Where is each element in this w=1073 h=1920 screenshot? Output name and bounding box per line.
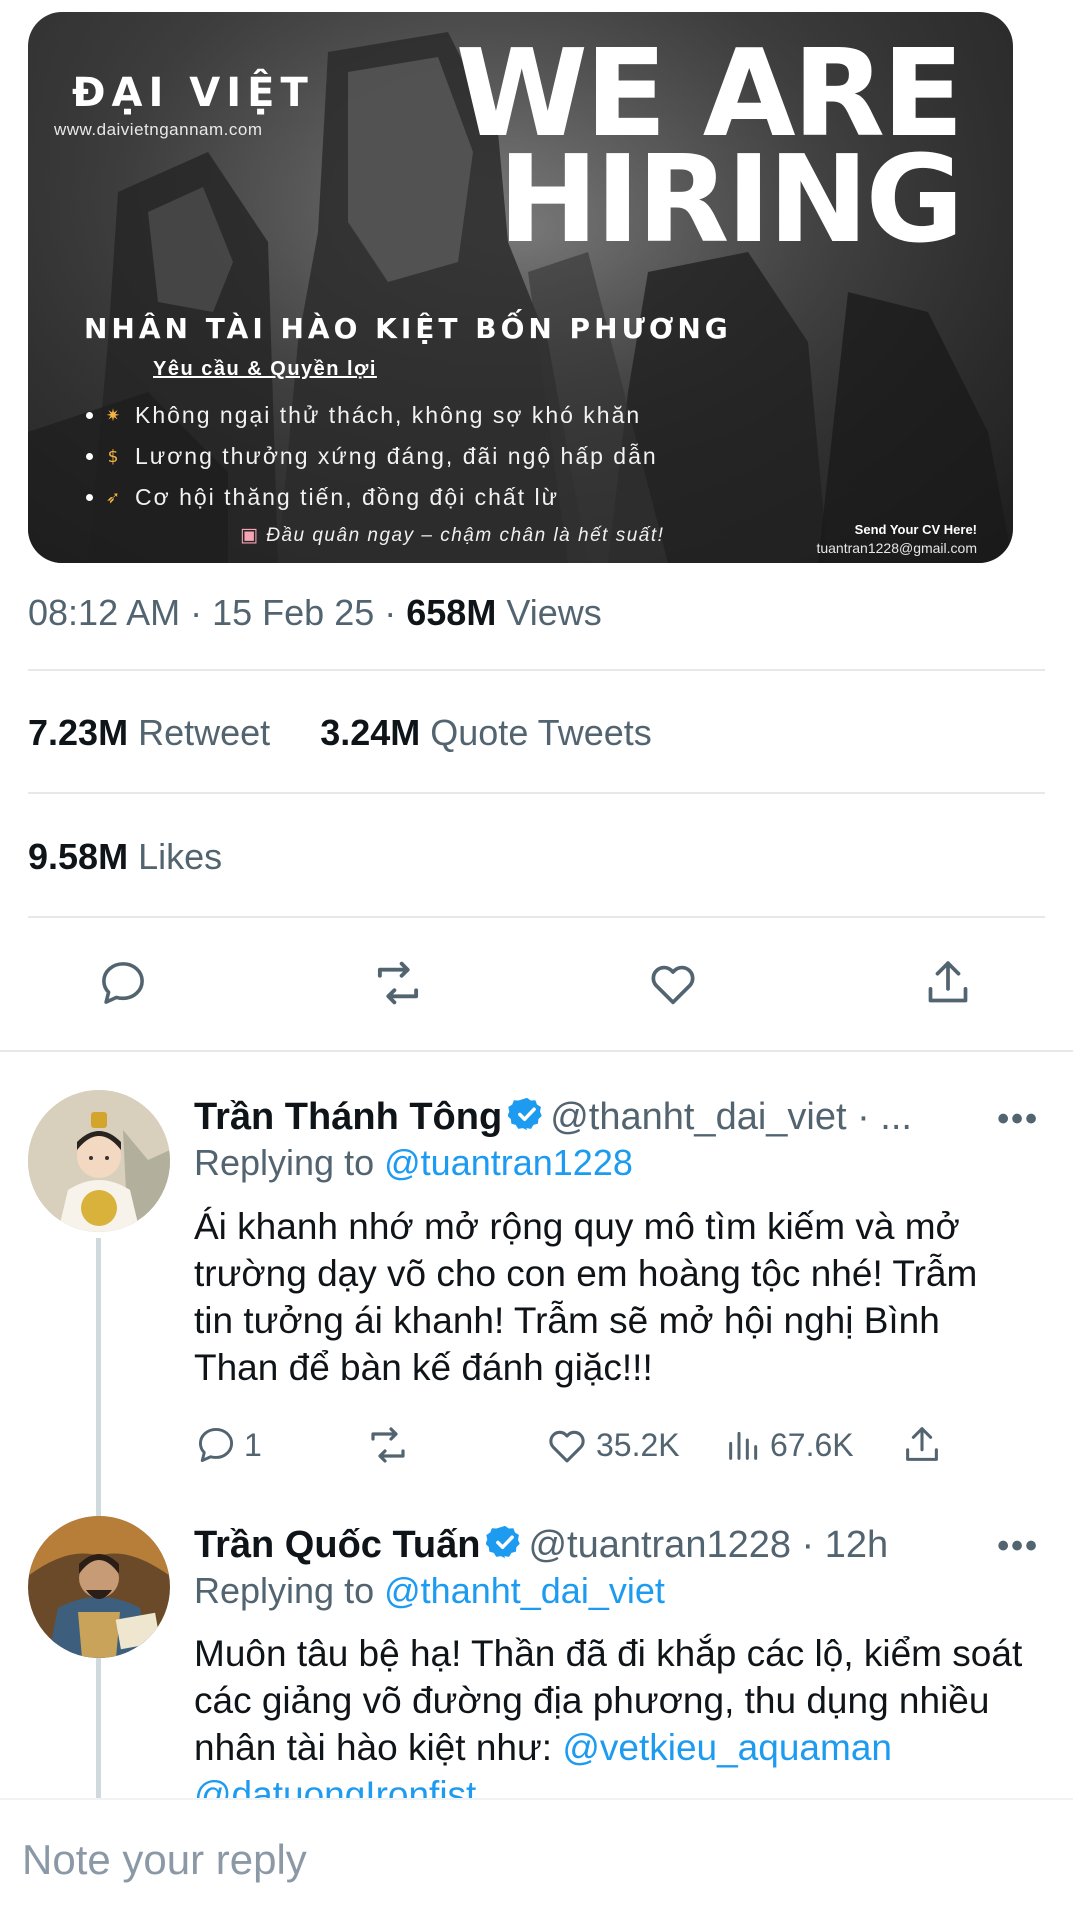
emperor-avatar-illustration [28,1090,170,1232]
like-button[interactable] [640,950,706,1016]
share-button[interactable] [899,1420,945,1470]
bullet-dot [86,453,93,460]
author-name[interactable]: Trần Quốc Tuấn [194,1524,480,1566]
slogan: NHÂN TÀI HÀO KIỆT BỐN PHƯƠNG [84,312,732,345]
view-count: 67.6K [770,1426,854,1463]
avatar[interactable] [28,1516,170,1658]
bullet-dot [86,494,93,501]
money-bag-icon: $ [107,446,121,467]
reply-text: Ái khanh nhớ mở rộng quy mô tìm kiếm và … [194,1206,978,1388]
retweet-button[interactable] [365,950,431,1016]
likes-label: Likes [138,836,223,877]
retweet-icon [371,1427,405,1463]
requirements-list: ✷ Không ngại thử thách, không sợ khó khă… [86,395,658,518]
retweet-icon [377,961,419,1005]
section-divider [0,1050,1073,1052]
divider [28,916,1045,918]
reply-action-bar: 1 35.2K 67.6K [194,1420,1024,1470]
requirement-text: Không ngại thử thách, không sợ khó khăn [135,402,642,428]
retweet-button[interactable] [364,1420,412,1470]
rocket-icon: ➶ [105,487,123,508]
requirement-text: Cơ hội thăng tiến, đồng đội chất lừ [135,484,559,510]
divider [28,669,1045,671]
general-avatar-illustration [28,1516,170,1658]
author-handle[interactable]: @thanht_dai_viet · ... [550,1096,912,1138]
like-count: 35.2K [596,1426,680,1463]
tweet-time: 08:12 AM [28,592,181,633]
retweets-count: 7.23M [28,712,129,753]
more-options-icon[interactable]: ••• [997,1527,1039,1566]
apply-callout: ▣ Đầu quân ngay – chậm chân là hết suất! [240,524,664,547]
replying-label: Replying to [194,1570,375,1611]
tweet-timestamp: 08:12 AM · 15 Feb 25 · 658M Views [28,592,602,633]
list-item: ✷ Không ngại thử thách, không sợ khó khă… [86,395,658,436]
reply-icon [198,1427,234,1463]
share-stats: 7.23M Retweet 3.24M Quote Tweets [28,712,652,754]
views-label: Views [506,592,602,633]
reply-input[interactable] [22,1830,1022,1890]
requirements-title: Yêu cầu & Quyền lợi [153,358,377,380]
reply-header: Trần Thánh Tông @thanht_dai_viet · ... [194,1095,912,1139]
share-button[interactable] [915,950,981,1016]
verified-badge-icon [486,1525,521,1559]
hiring-headline: WE ARE HIRING [456,35,964,270]
mention-link[interactable]: @thanht_dai_viet [384,1570,665,1611]
likes-count: 9.58M [28,836,129,877]
reply-text: Muôn tâu bệ hạ! Thần đã đi khắp các lộ, … [194,1630,1024,1818]
reply-icon [102,962,144,1004]
views-button[interactable]: 67.6K [724,1420,854,1470]
like-icon [549,1430,585,1463]
brand-url: www.daivietngannam.com [54,120,263,139]
headline-line: HIRING [497,131,964,270]
author-handle[interactable]: @tuantran1228 · 12h [528,1524,888,1566]
tweet-image[interactable]: ĐẠI VIỆT www.daivietngannam.com WE ARE H… [28,12,1013,563]
list-item: $ Lương thưởng xứng đáng, đãi ngộ hấp dẫ… [86,436,658,477]
divider [28,792,1045,794]
likes-stat[interactable]: 9.58M Likes [28,836,222,878]
retweets-stat[interactable]: 7.23M Retweet [28,712,270,753]
share-icon [906,1427,938,1461]
list-item: ➶ Cơ hội thăng tiến, đồng đội chất lừ [86,477,658,518]
requirement-text: Lương thưởng xứng đáng, đãi ngộ hấp dẫn [135,443,658,469]
cv-label: Send Your CV Here! [854,522,977,537]
inbox-icon: ▣ [240,525,260,546]
like-icon [651,965,695,1005]
analytics-icon [729,1431,758,1460]
reply-button[interactable]: 1 [194,1420,262,1470]
views-count: 658M [406,592,497,633]
quotes-label: Quote Tweets [430,712,652,753]
bullet-dot [86,412,93,419]
sparkle-icon: ✷ [105,405,123,426]
more-options-icon[interactable]: ••• [997,1100,1039,1139]
reply-count: 1 [244,1426,262,1463]
like-button[interactable]: 35.2K [544,1420,680,1470]
replying-to: Replying to @tuantran1228 [194,1142,633,1184]
tweet-action-bar [0,950,1073,1016]
mention-link[interactable]: @tuantran1228 [384,1142,633,1183]
quotes-stat[interactable]: 3.24M Quote Tweets [320,712,652,753]
replying-label: Replying to [194,1142,375,1183]
replying-to: Replying to @thanht_dai_viet [194,1570,665,1612]
apply-text: Đầu quân ngay – chậm chân là hết suất! [266,525,665,546]
tweet-date: 15 Feb 25 [212,592,375,633]
reply-header: Trần Quốc Tuấn @tuantran1228 · 12h [194,1523,888,1567]
quotes-count: 3.24M [320,712,421,753]
reply-composer [0,1798,1073,1920]
verified-badge-icon [508,1097,542,1131]
author-name[interactable]: Trần Thánh Tông [194,1096,502,1138]
reply-button[interactable] [90,950,156,1016]
retweets-label: Retweet [138,712,271,753]
avatar[interactable] [28,1090,170,1232]
cv-email: tuantran1228@gmail.com [816,540,977,556]
share-icon [928,961,968,1003]
brand-logo: ĐẠI VIỆT [72,70,314,116]
